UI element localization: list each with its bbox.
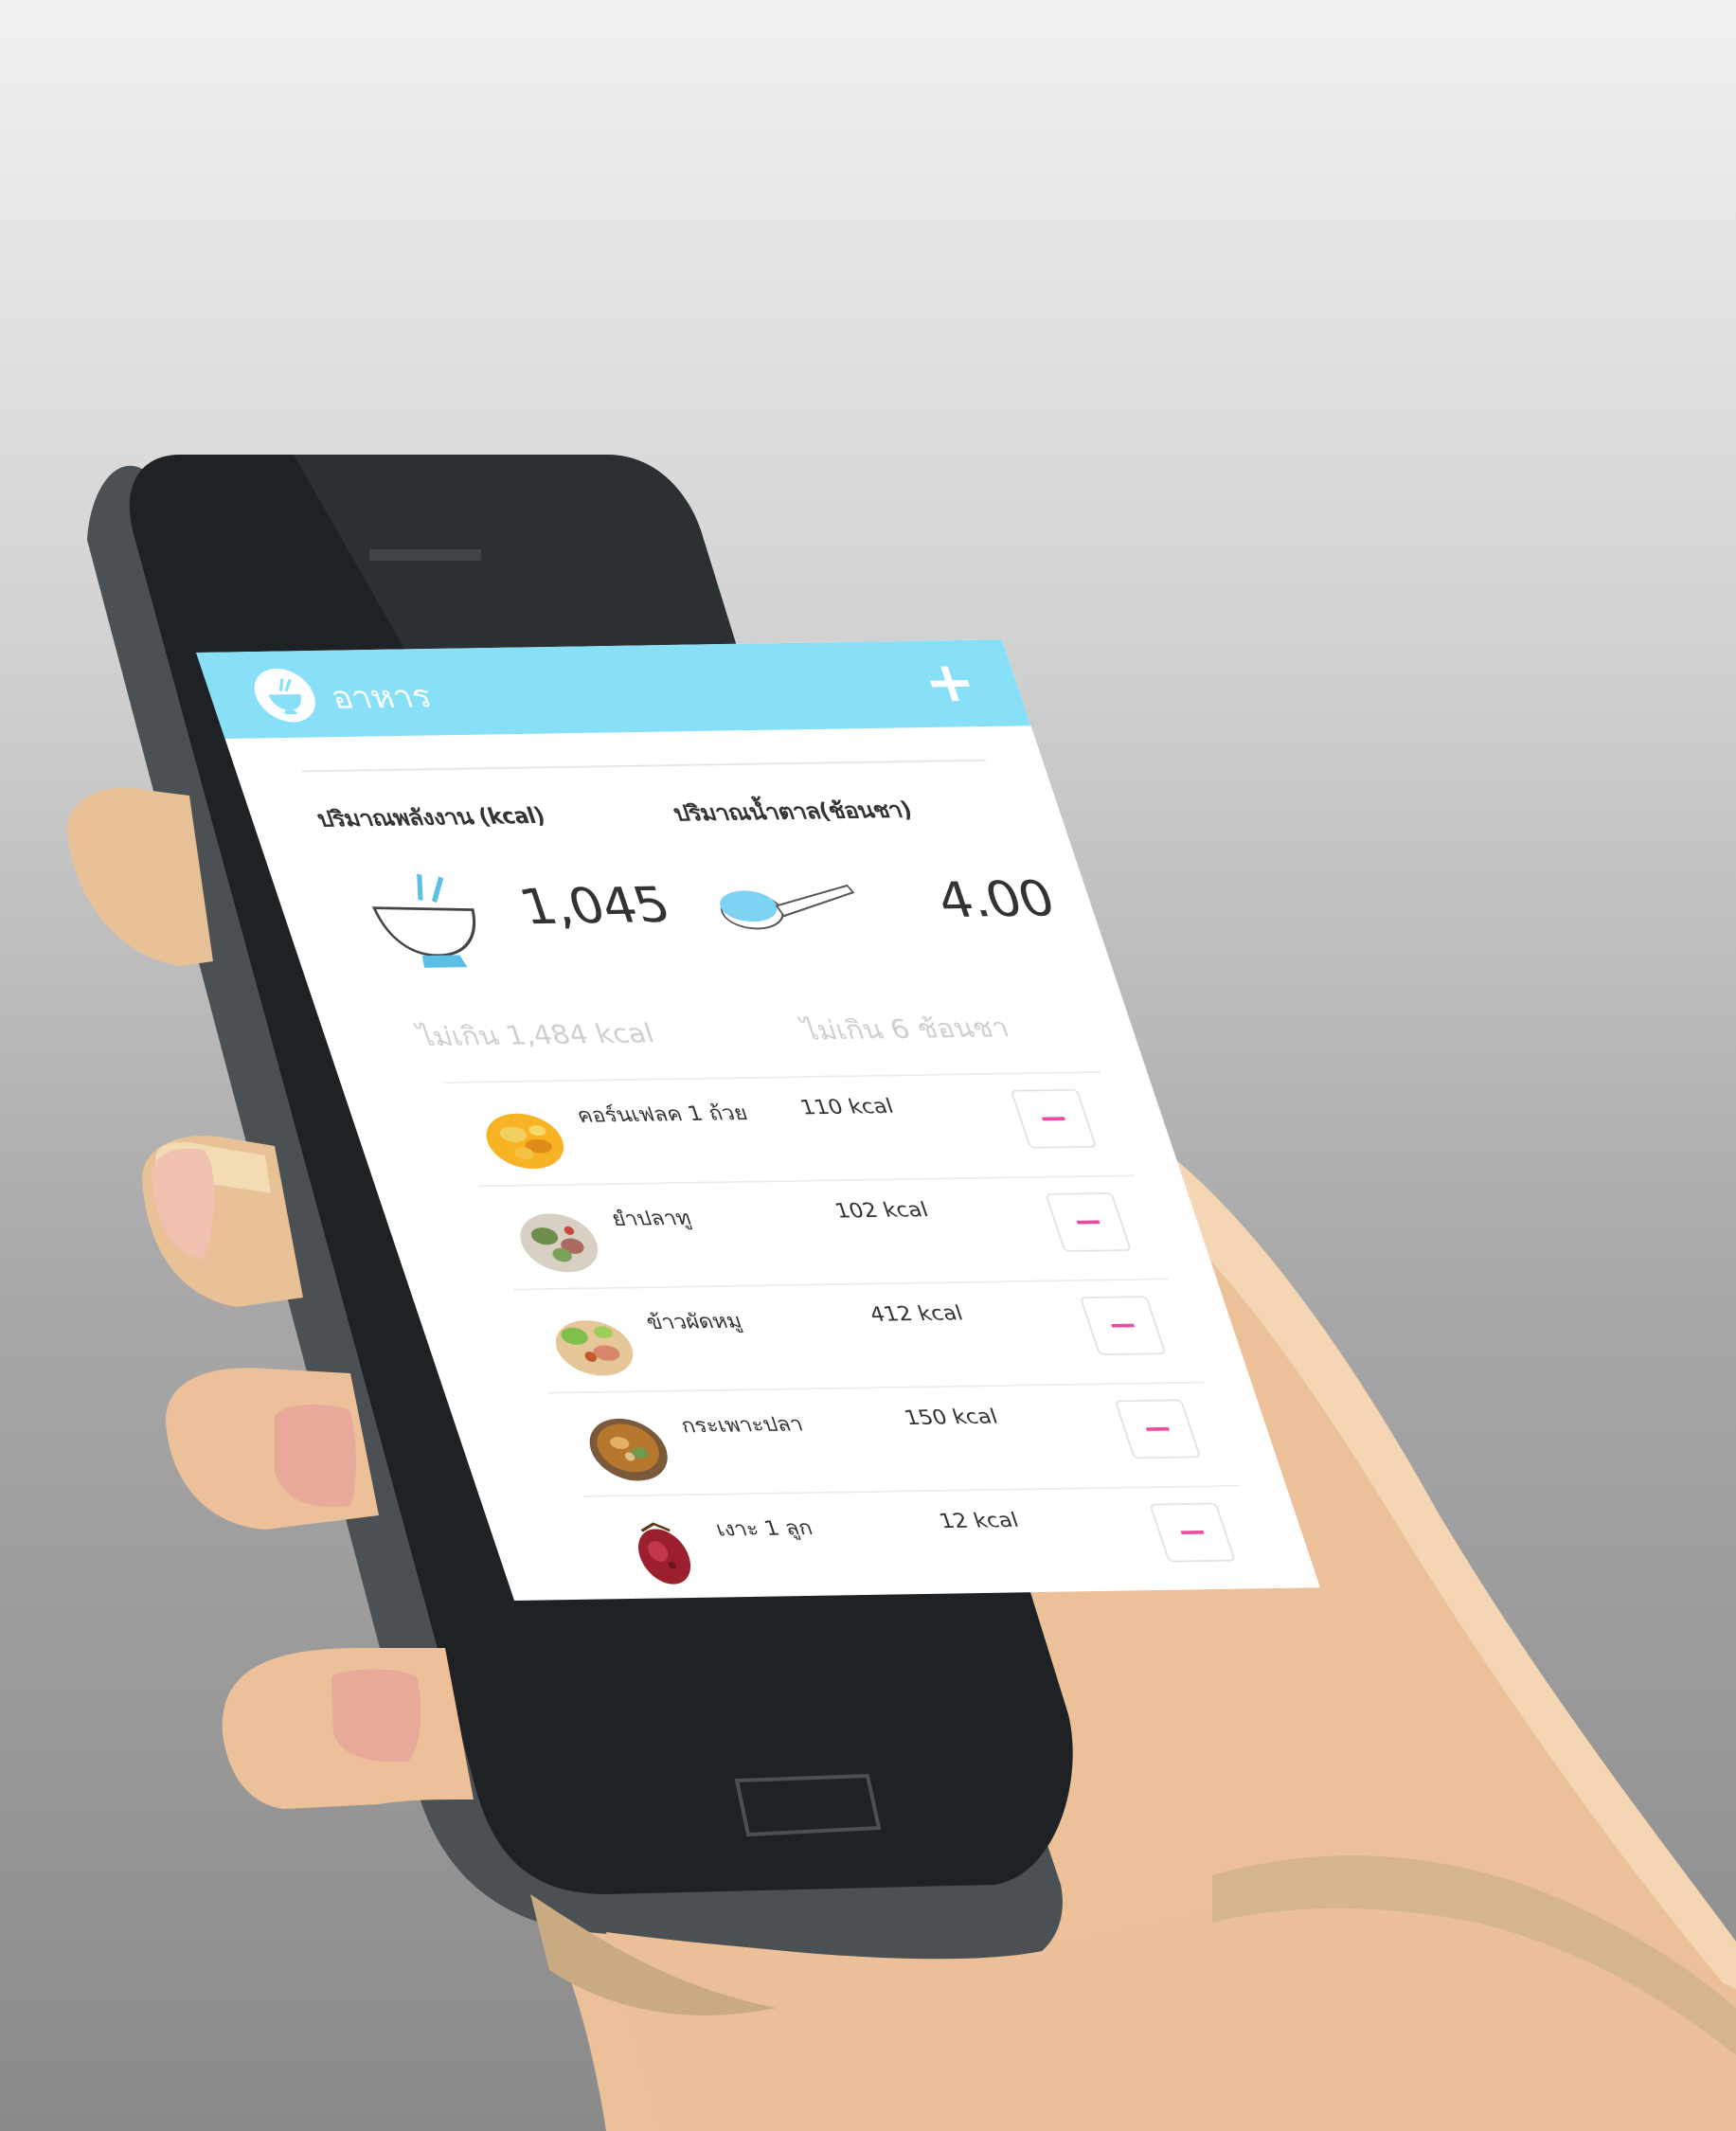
food-row: คอร์นเฟลค 1 ถ้วย 110 kcal	[443, 1071, 1135, 1186]
teaspoon-icon	[720, 884, 855, 930]
food-row: ยำปลาทู 102 kcal	[478, 1174, 1170, 1289]
food-row: กระเพาะปลา 150 kcal	[547, 1381, 1239, 1496]
cornflakes-image	[469, 1099, 580, 1177]
food-name: ยำปลาทู	[608, 1207, 694, 1231]
energy-limit: ไม่เกิน 1,484 kcal	[414, 1018, 659, 1053]
remove-food-button[interactable]	[1045, 1191, 1133, 1252]
minus-icon	[1076, 1220, 1101, 1225]
fried-rice-image	[538, 1305, 649, 1384]
food-name: เงาะ 1 ลูก	[712, 1516, 816, 1542]
rambutan-image	[607, 1513, 718, 1590]
food-kcal: 102 kcal	[832, 1198, 932, 1224]
app-bar: อาหาร +	[196, 639, 1031, 739]
page-title: อาหาร	[326, 679, 437, 717]
fish-maw-soup-image	[573, 1409, 684, 1487]
food-name: ข้าวผัดหมู	[643, 1310, 745, 1334]
top-divider	[301, 759, 987, 773]
food-kcal: 110 kcal	[797, 1095, 897, 1119]
food-row: เงาะ 1 ลูก 12 kcal	[582, 1484, 1274, 1600]
sugar-limit: ไม่เกิน 6 ช้อนชา	[798, 1012, 1013, 1047]
remove-food-button[interactable]	[1114, 1399, 1202, 1459]
add-food-button[interactable]: +	[906, 651, 993, 715]
food-list: คอร์นเฟลค 1 ถ้วย 110 kcal ยำปลาทู 102 kc…	[341, 1070, 1320, 1601]
remove-food-button[interactable]	[1079, 1296, 1167, 1356]
food-kcal: 150 kcal	[902, 1406, 1001, 1430]
sugar-value: 4.00	[929, 870, 1062, 929]
sugar-label: ปริมาณน้ำตาล(ช้อนชา)	[670, 797, 915, 826]
energy-label: ปริมาณพลังงาน (kcal)	[313, 802, 548, 833]
food-kcal: 412 kcal	[867, 1301, 966, 1327]
minus-icon	[1041, 1117, 1065, 1121]
energy-value: 1,045	[512, 877, 677, 936]
remove-food-button[interactable]	[1149, 1502, 1237, 1563]
remove-food-button[interactable]	[1010, 1088, 1098, 1149]
food-kcal: 12 kcal	[936, 1509, 1022, 1533]
yam-pla-tu-image	[503, 1202, 614, 1280]
food-bowl-icon	[246, 668, 323, 723]
minus-icon	[1145, 1426, 1170, 1431]
minus-icon	[1111, 1323, 1136, 1328]
rice-bowl-icon	[371, 873, 476, 968]
minus-icon	[1180, 1531, 1205, 1535]
food-row: ข้าวผัดหมู 412 kcal	[512, 1278, 1205, 1392]
food-name: กระเพาะปลา	[678, 1413, 807, 1438]
food-name: คอร์นเฟลค 1 ถ้วย	[574, 1101, 751, 1128]
